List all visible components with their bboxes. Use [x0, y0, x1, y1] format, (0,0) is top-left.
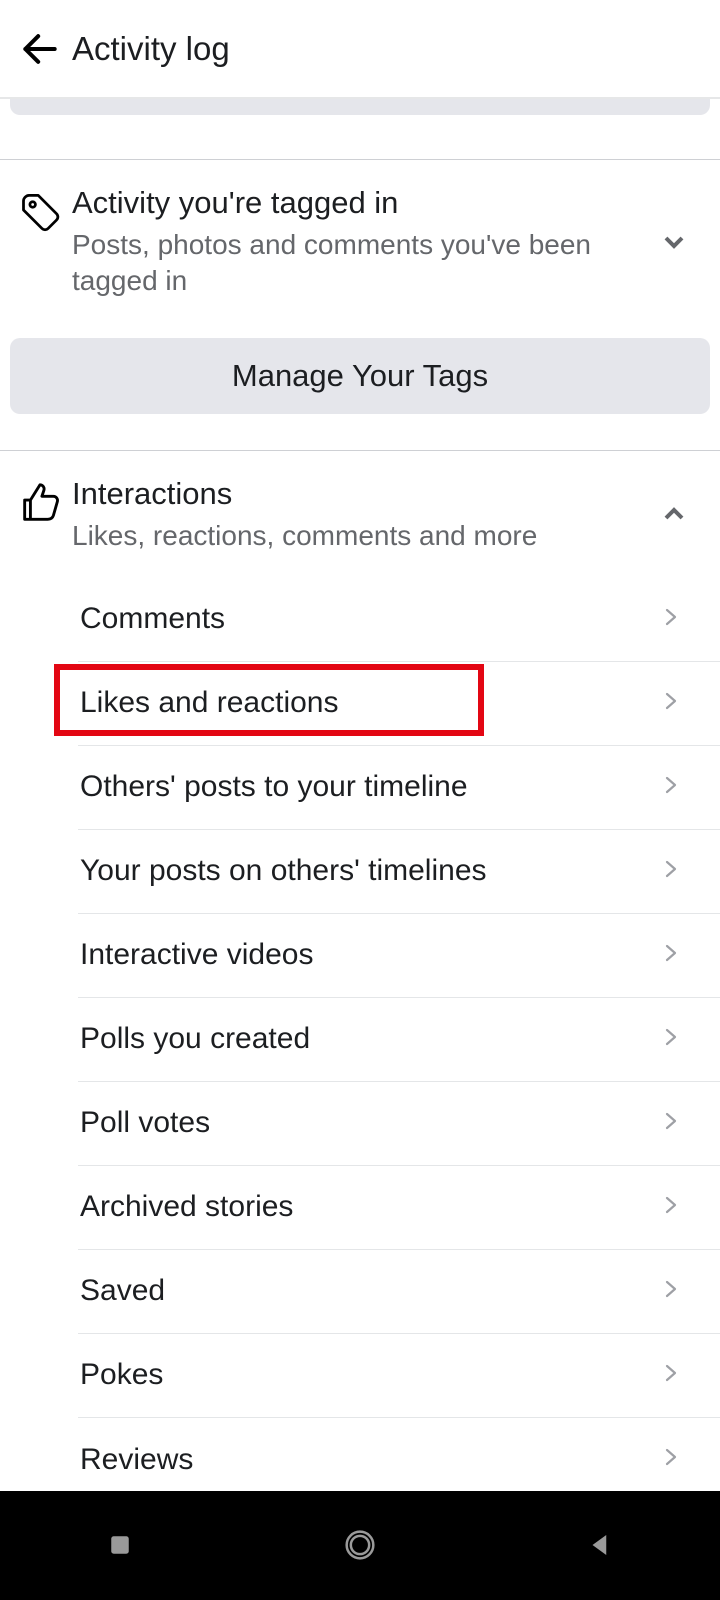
- list-item[interactable]: Your posts on others' timelines: [78, 830, 720, 914]
- list-item[interactable]: Reviews: [78, 1418, 720, 1491]
- square-icon: [105, 1530, 135, 1560]
- list-item-label: Poll votes: [80, 1106, 210, 1140]
- home-button[interactable]: [330, 1515, 390, 1575]
- chevron-up-icon: [646, 498, 702, 530]
- chevron-right-icon: [658, 605, 682, 634]
- previous-section-button-peek[interactable]: [10, 99, 710, 115]
- list-item-label: Likes and reactions: [80, 686, 339, 720]
- list-item[interactable]: Comments: [78, 578, 720, 662]
- list-item[interactable]: Polls you created: [78, 998, 720, 1082]
- list-item[interactable]: Saved: [78, 1250, 720, 1334]
- list-item[interactable]: Others' posts to your timeline: [78, 746, 720, 830]
- chevron-right-icon: [658, 689, 682, 718]
- header: Activity log: [0, 0, 720, 99]
- list-item[interactable]: Likes and reactions: [78, 662, 720, 746]
- section-description: Posts, photos and comments you've been t…: [72, 227, 646, 300]
- triangle-left-icon: [585, 1530, 615, 1560]
- chevron-right-icon: [658, 1025, 682, 1054]
- page-title: Activity log: [72, 30, 230, 68]
- chevron-right-icon: [658, 1361, 682, 1390]
- recent-apps-button[interactable]: [90, 1515, 150, 1575]
- list-item-label: Others' posts to your timeline: [80, 770, 468, 804]
- section-description: Likes, reactions, comments and more: [72, 518, 646, 554]
- chevron-right-icon: [658, 1109, 682, 1138]
- chevron-down-icon: [646, 226, 702, 258]
- manage-tags-button[interactable]: Manage Your Tags: [10, 338, 710, 414]
- back-button[interactable]: [16, 25, 64, 73]
- android-nav-bar: [0, 1491, 720, 1600]
- list-item-label: Interactive videos: [80, 938, 313, 972]
- chevron-right-icon: [658, 1277, 682, 1306]
- list-item-label: Saved: [80, 1274, 165, 1308]
- chevron-right-icon: [658, 773, 682, 802]
- list-item[interactable]: Interactive videos: [78, 914, 720, 998]
- section-interactions[interactable]: Interactions Likes, reactions, comments …: [0, 451, 720, 578]
- list-item[interactable]: Pokes: [78, 1334, 720, 1418]
- list-item-label: Reviews: [80, 1443, 193, 1477]
- list-item[interactable]: Poll votes: [78, 1082, 720, 1166]
- arrow-left-icon: [18, 27, 62, 71]
- section-title: Activity you're tagged in: [72, 184, 646, 223]
- section-tagged[interactable]: Activity you're tagged in Posts, photos …: [0, 160, 720, 324]
- list-item-label: Pokes: [80, 1358, 163, 1392]
- chevron-right-icon: [658, 941, 682, 970]
- section-title: Interactions: [72, 475, 646, 514]
- back-nav-button[interactable]: [570, 1515, 630, 1575]
- list-item-label: Polls you created: [80, 1022, 310, 1056]
- tag-icon: [18, 188, 62, 232]
- list-item[interactable]: Archived stories: [78, 1166, 720, 1250]
- circle-icon: [340, 1525, 380, 1565]
- chevron-right-icon: [658, 1193, 682, 1222]
- list-item-label: Archived stories: [80, 1190, 293, 1224]
- list-item-label: Your posts on others' timelines: [80, 854, 487, 888]
- like-icon: [17, 479, 63, 525]
- chevron-right-icon: [658, 857, 682, 886]
- chevron-right-icon: [658, 1445, 682, 1474]
- interactions-list: Comments Likes and reactions Others' posts…: [78, 578, 720, 1491]
- list-item-label: Comments: [80, 602, 225, 636]
